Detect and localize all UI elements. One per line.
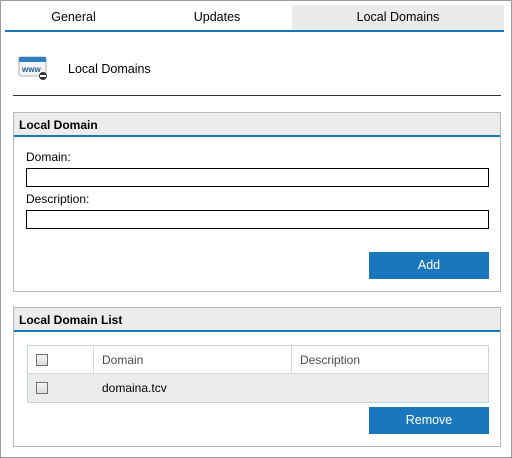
domain-input[interactable] xyxy=(26,168,489,187)
local-domain-list-title: Local Domain List xyxy=(14,308,500,332)
tab-updates[interactable]: Updates xyxy=(142,5,292,30)
remove-button[interactable]: Remove xyxy=(369,407,489,434)
domain-table: Domain Description domaina.tcv xyxy=(27,345,489,403)
local-domain-panel-title: Local Domain xyxy=(14,113,500,137)
row-domain-cell: domaina.tcv xyxy=(102,381,167,395)
page-title: Local Domains xyxy=(68,62,151,76)
tab-general[interactable]: General xyxy=(5,5,142,30)
add-button[interactable]: Add xyxy=(369,252,489,279)
table-row[interactable]: domaina.tcv xyxy=(28,374,488,402)
www-globe-icon: www xyxy=(18,56,47,80)
description-label: Description: xyxy=(26,192,90,206)
table-header-row: Domain Description xyxy=(28,346,488,374)
column-header-domain[interactable]: Domain xyxy=(94,346,292,373)
local-domain-panel: Local Domain Domain: Description: Add xyxy=(13,112,501,292)
row-checkbox[interactable] xyxy=(36,382,48,394)
description-input[interactable] xyxy=(26,210,489,229)
window-frame: General Updates Local Domains www Local … xyxy=(0,0,512,458)
tab-local-domains[interactable]: Local Domains xyxy=(292,5,504,30)
svg-text:www: www xyxy=(21,65,41,74)
tab-bar: General Updates Local Domains xyxy=(5,5,504,32)
domain-label: Domain: xyxy=(26,150,71,164)
select-all-checkbox[interactable] xyxy=(36,353,48,366)
header-divider xyxy=(13,95,501,96)
row-description-cell xyxy=(292,374,488,402)
column-header-description[interactable]: Description xyxy=(292,346,488,373)
local-domain-list-panel: Local Domain List Domain Description dom… xyxy=(13,307,501,447)
